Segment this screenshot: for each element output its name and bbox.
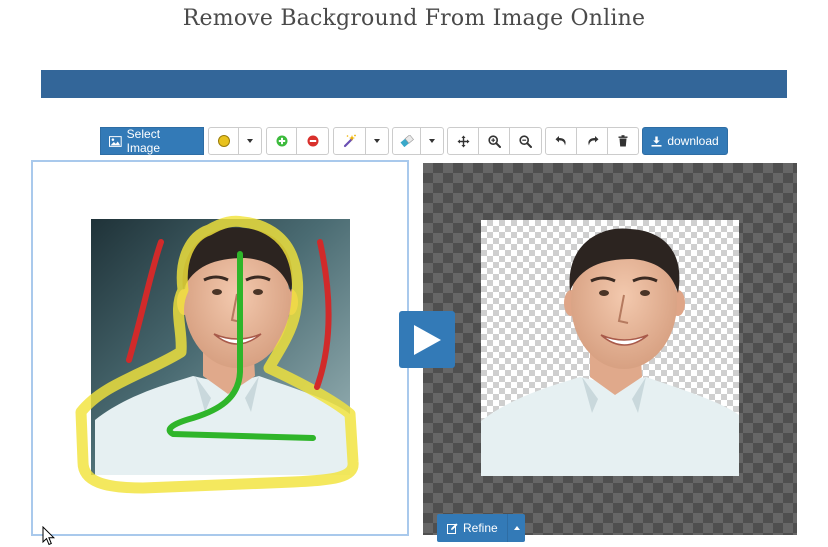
result-image [481, 228, 739, 476]
mark-keep-button[interactable] [266, 127, 297, 155]
add-circle-icon [276, 135, 287, 147]
edit-icon [447, 522, 458, 534]
top-banner [41, 70, 787, 98]
move-arrows-icon [457, 135, 469, 147]
refine-dropdown[interactable] [508, 526, 525, 530]
redo-icon [587, 136, 598, 146]
brush-size-dot-icon [217, 135, 230, 147]
download-button[interactable]: download [642, 127, 728, 155]
trash-icon [618, 135, 628, 147]
download-label: download [667, 134, 719, 148]
chevron-down-icon [247, 139, 253, 143]
magic-wand-dropdown[interactable] [365, 127, 389, 155]
magic-wand-icon [343, 134, 356, 148]
toolbar: Select Image download [0, 127, 828, 155]
refine-label: Refine [463, 521, 498, 535]
page-title: Remove Background From Image Online [182, 6, 646, 31]
remove-circle-icon [307, 135, 318, 147]
select-image-button[interactable]: Select Image [100, 127, 204, 155]
undo-button[interactable] [545, 127, 577, 155]
redo-button[interactable] [576, 127, 608, 155]
undo-icon [555, 136, 566, 146]
chevron-down-icon [429, 139, 435, 143]
mark-remove-button[interactable] [296, 127, 329, 155]
zoom-in-button[interactable] [478, 127, 510, 155]
eraser-dropdown[interactable] [420, 127, 444, 155]
brush-size-button[interactable] [208, 127, 239, 155]
chevron-down-icon [374, 139, 380, 143]
magic-wand-button[interactable] [333, 127, 366, 155]
eraser-icon [399, 135, 414, 147]
zoom-in-icon [487, 134, 501, 148]
zoom-out-button[interactable] [509, 127, 542, 155]
mouse-cursor-icon [42, 526, 56, 546]
image-icon [109, 135, 122, 147]
delete-button[interactable] [607, 127, 639, 155]
edit-canvas[interactable] [31, 160, 409, 536]
move-button[interactable] [447, 127, 479, 155]
refine-button[interactable]: Refine [437, 514, 525, 542]
original-image[interactable] [33, 162, 407, 534]
download-icon [651, 136, 662, 147]
process-button[interactable] [399, 311, 455, 368]
result-canvas[interactable] [423, 163, 797, 535]
chevron-up-icon [513, 526, 520, 530]
play-icon [414, 324, 441, 355]
select-image-label: Select Image [126, 127, 161, 155]
brush-size-dropdown[interactable] [238, 127, 262, 155]
eraser-button[interactable] [392, 127, 421, 155]
zoom-out-icon [519, 134, 532, 148]
